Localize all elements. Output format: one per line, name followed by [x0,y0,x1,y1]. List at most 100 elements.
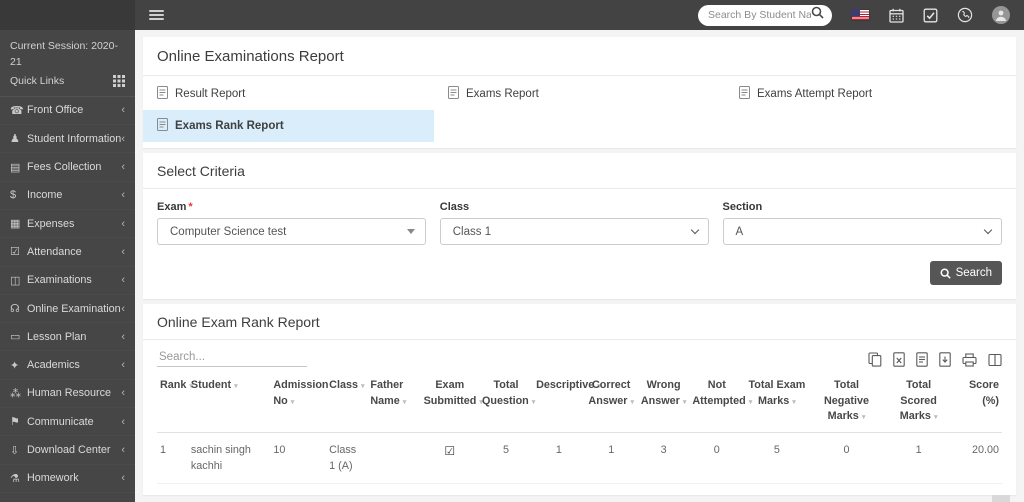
sidebar-item-online-examinations[interactable]: ☊ Online Examinations ‹ [0,295,135,323]
horizontal-scrollbar-thumb[interactable] [992,495,1010,502]
column-header-descriptive[interactable]: Descriptive ▾ [533,371,601,433]
book-open-icon: ◫ [10,274,21,287]
sidebar-item-lesson-plan[interactable]: ▭ Lesson Plan ‹ [0,323,135,351]
column-header-total-scored-marks[interactable]: Total Scored Marks ▾ [883,371,954,433]
user-avatar[interactable] [992,6,1010,24]
sidebar-item-library[interactable]: ❏ Library ‹ [0,493,135,502]
sidebar-item-attendance[interactable]: ☑ Attendance ‹ [0,238,135,266]
column-header-admission-no[interactable]: Admission No ▾ [270,371,329,433]
csv-export-icon[interactable] [916,352,928,367]
cell-wrong-answer: 3 [637,432,690,485]
dollar-icon: $ [10,189,17,202]
print-icon[interactable] [962,352,977,367]
tasks-icon[interactable] [923,8,938,23]
class-select[interactable]: Class 1 [439,218,709,245]
report-link-exams-rank-report[interactable]: Exams Rank Report [143,110,434,142]
chevron-left-icon: ‹ [121,274,125,287]
sidebar-item-download-center[interactable]: ⇩ Download Center ‹ [0,436,135,464]
column-header-wrong-answer[interactable]: Wrong Answer ▾ [637,371,690,433]
sort-icon: ▾ [402,398,407,406]
chevron-left-icon: ‹ [121,359,125,372]
column-header-not-attempted[interactable]: Not Attempted ▾ [689,371,752,433]
excel-export-icon[interactable] [893,352,905,367]
rank-report-card: Online Exam Rank Report Search... Rank ▾… [143,304,1016,495]
sidebar-item-academics[interactable]: ✦ Academics ‹ [0,351,135,379]
column-visibility-icon[interactable] [988,353,1002,367]
current-session-label: Current Session: 2020-21 [10,40,118,69]
column-header-student[interactable]: Student ▾ [187,371,271,433]
column-header-rank[interactable]: Rank ▾ [157,371,193,433]
report-link-label: Exams Attempt Report [757,88,873,100]
calendar-icon[interactable] [889,8,904,23]
cell-class: Class 1 (A) [326,432,368,485]
cell-wrong-answer: 0 [637,483,690,495]
sort-icon: ▾ [360,383,365,390]
cell-class: Class 1 (A) [326,483,368,495]
sort-icon: ▾ [792,398,796,406]
column-header-exam-submitted[interactable]: Exam Submitted ▾ [420,371,483,433]
report-link-label: Result Report [175,88,246,100]
sidebar-item-expenses[interactable]: ▦ Expenses ‹ [0,210,135,238]
language-flag-icon[interactable] [851,9,870,21]
table-search-input[interactable] [157,348,307,367]
cell-rank: 1 [157,432,188,485]
broadcast-icon: ☊ [10,303,20,316]
chevron-left-icon: ‹ [121,387,125,400]
global-search-input[interactable] [708,9,811,21]
cell-total-negative-marks: 0 [809,432,884,485]
sidebar-item-income[interactable]: $ Income ‹ [0,182,135,210]
sidebar-item-fees-collection[interactable]: ▤ Fees Collection ‹ [0,153,135,181]
column-header-class[interactable]: Class ▾ [326,371,368,433]
sidebar-item-label: Homework [27,472,79,485]
column-header-total-negative-marks[interactable]: Total Negative Marks ▾ [809,371,884,433]
cell-student: sachin singh kachhi [187,432,271,485]
whatsapp-icon[interactable] [957,7,973,23]
pdf-export-icon[interactable] [939,352,951,367]
report-link-result-report[interactable]: Result Report [143,78,434,110]
cell-rank: 2 [157,483,188,495]
exam-select[interactable]: Computer Science test [157,218,426,245]
sidebar-item-label: Examinations [27,274,92,287]
section-field: Section A [722,201,1002,245]
column-header-correct-answer[interactable]: Correct Answer ▾ [584,371,638,433]
sort-icon: ▾ [531,398,536,406]
sort-icon: ▾ [682,398,687,406]
report-link-exams-attempt-report[interactable]: Exams Attempt Report [725,78,1016,110]
sidebar-item-communicate[interactable]: ⚑ Communicate ‹ [0,408,135,436]
document-icon [448,86,459,102]
column-header-total-exam-marks[interactable]: Total Exam Marks ▾ [744,371,810,433]
cell-student: Ragini singh1 Patel [187,483,271,495]
cell-exam-submitted: ☑ [420,432,479,485]
selected-value: Class 1 [452,225,492,238]
criteria-search-button[interactable]: Search [929,261,1002,285]
select-criteria-title: Select Criteria [143,153,1016,189]
search-icon[interactable] [811,6,824,24]
cell-total-question: 5 [478,483,534,495]
sidebar-item-examinations[interactable]: ◫ Examinations ‹ [0,267,135,295]
cell-exam-submitted: ✖ [420,483,479,495]
field-label: Section [722,201,763,213]
chalkboard-icon: ▭ [10,331,21,344]
sidebar-toggle-icon[interactable] [149,10,164,20]
cell-total-question: 5 [478,432,534,485]
quick-links-grid-icon[interactable] [113,74,125,87]
cell-total-exam-marks: 5 [744,432,810,485]
column-header-father-name[interactable]: Father Name ▾ [367,371,421,433]
sidebar-item-front-office[interactable]: ☎ Front Office ‹ [0,97,135,125]
select-criteria-card: Select Criteria Exam * Computer Science t… [143,153,1016,299]
cell-not-attempted: 0 [689,432,745,485]
report-link-exams-report[interactable]: Exams Report [434,78,725,110]
sidebar-item-homework[interactable]: ⚗ Homework ‹ [0,465,135,493]
copy-icon[interactable] [868,352,882,367]
section-select[interactable]: A [722,218,1002,245]
cell-descriptive: 1 [533,483,585,495]
sidebar-item-label: Expenses [27,217,75,230]
column-header-total-question[interactable]: Total Question ▾ [478,371,536,433]
chevron-left-icon: ‹ [121,161,125,174]
sidebar-item-student-information[interactable]: ♟ Student Information ‹ [0,125,135,153]
sort-icon: ▾ [290,398,295,406]
sort-icon: ▾ [234,383,238,390]
chevron-left-icon: ‹ [121,189,125,202]
sidebar-item-human-resource[interactable]: ⁂ Human Resource ‹ [0,380,135,408]
chevron-left-icon: ‹ [121,132,125,145]
